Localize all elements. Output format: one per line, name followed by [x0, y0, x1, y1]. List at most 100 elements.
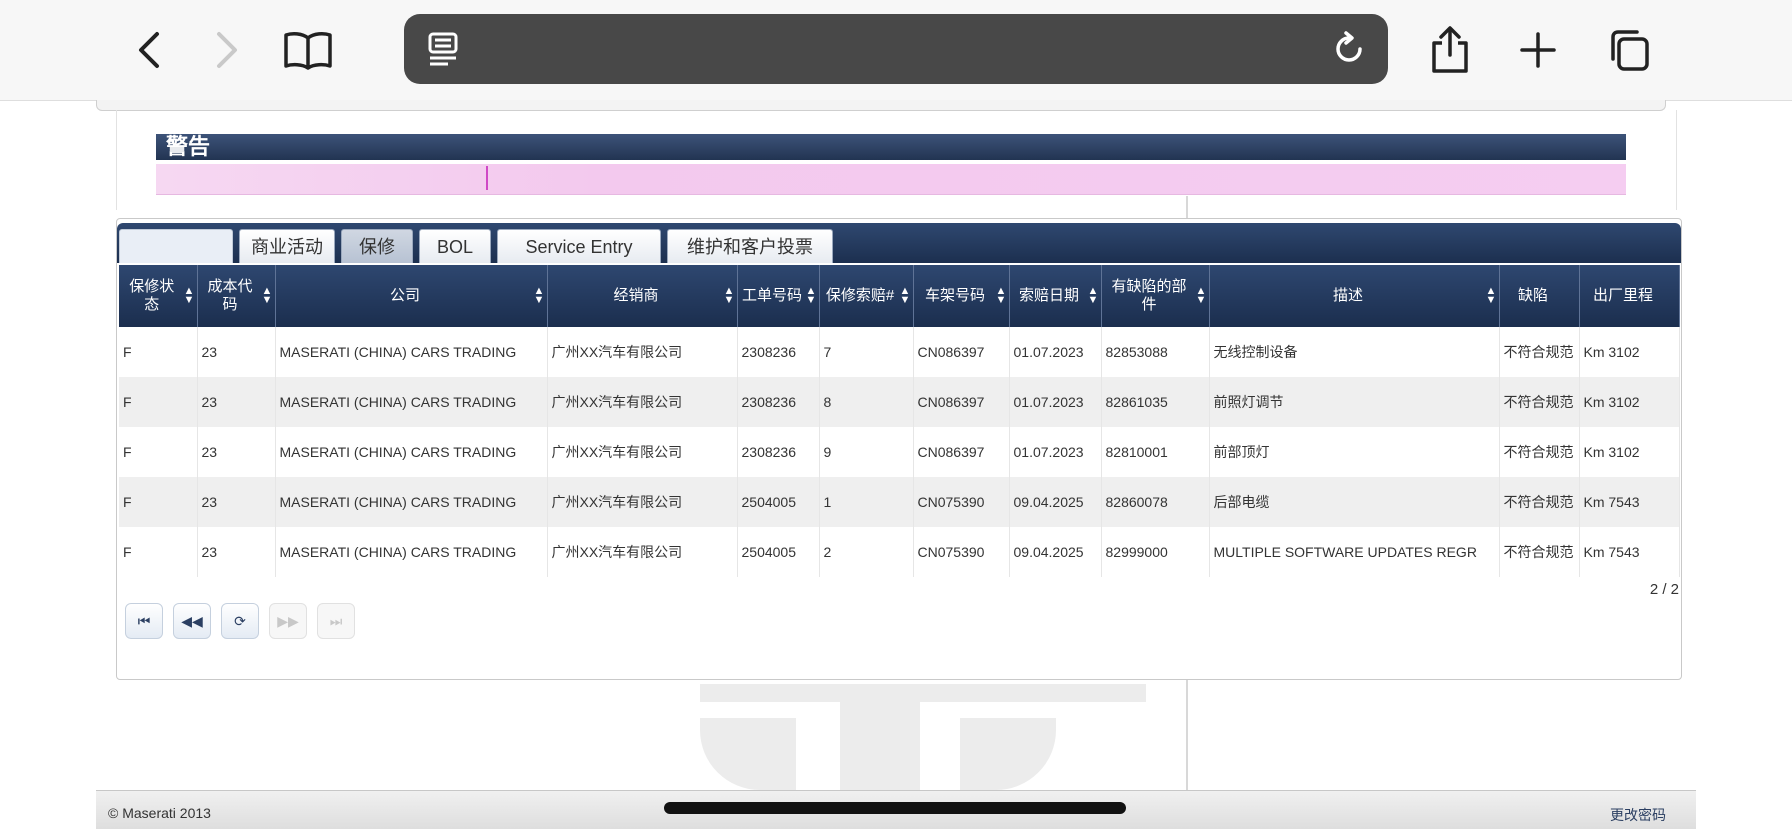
plus-icon: [1520, 32, 1556, 68]
table-cell: 广州XX汽车有限公司: [547, 477, 738, 527]
share-icon: [1432, 26, 1468, 73]
table-cell: MASERATI (CHINA) CARS TRADING: [275, 477, 548, 527]
last-page-button: ⏭: [317, 603, 355, 639]
share-button[interactable]: [1422, 22, 1478, 78]
sort-icon[interactable]: ▲ ▼: [262, 286, 273, 306]
column-header-mileage[interactable]: 出厂里程: [1579, 265, 1680, 327]
sort-icon[interactable]: ▲ ▼: [534, 286, 545, 306]
column-header-label: 公司: [389, 287, 420, 304]
column-header-label: 保修状态: [129, 278, 175, 313]
table-row[interactable]: F 23 MASERATI (CHINA) CARS TRADING 广州XX汽…: [119, 377, 1680, 427]
reload-icon[interactable]: [1330, 30, 1368, 73]
table-cell: 不符合规范: [1499, 377, 1580, 427]
home-indicator[interactable]: [664, 802, 1126, 814]
sort-icon[interactable]: ▲ ▼: [900, 286, 911, 306]
table-cell: CN086397: [913, 427, 1010, 477]
table-cell: 前照灯调节: [1209, 377, 1500, 427]
table-row[interactable]: F 23 MASERATI (CHINA) CARS TRADING 广州XX汽…: [119, 477, 1680, 527]
column-header-vin[interactable]: 车架号码 ▲ ▼: [913, 265, 1010, 327]
table-cell: 不符合规范: [1499, 527, 1580, 577]
table-cell: 广州XX汽车有限公司: [547, 427, 738, 477]
column-header-claim-date[interactable]: 索赔日期 ▲ ▼: [1009, 265, 1102, 327]
page-indicator: 2 / 2: [1649, 581, 1679, 598]
sort-icon[interactable]: ▲ ▼: [996, 286, 1007, 306]
refresh-button[interactable]: ⟳: [221, 603, 259, 639]
table-cell: 2308236: [737, 427, 820, 477]
table-cell: Km 7543: [1579, 527, 1680, 577]
tab-service-entry[interactable]: Service Entry: [497, 229, 661, 263]
sort-icon[interactable]: ▲ ▼: [184, 286, 195, 306]
table-cell: Km 3102: [1579, 377, 1680, 427]
column-header-cost-code[interactable]: 成本代码 ▲ ▼: [197, 265, 276, 327]
table-row[interactable]: F 23 MASERATI (CHINA) CARS TRADING 广州XX汽…: [119, 327, 1680, 377]
table-cell: 2308236: [737, 327, 820, 377]
table-cell: 不符合规范: [1499, 427, 1580, 477]
new-tab-button[interactable]: [1510, 22, 1566, 78]
table-cell: 广州XX汽车有限公司: [547, 377, 738, 427]
column-header-warranty-status[interactable]: 保修状态 ▲ ▼: [119, 265, 198, 327]
warranty-table: 保修状态 ▲ ▼ 成本代码 ▲ ▼ 公司 ▲ ▼ 经销商 ▲ ▼ 工单号码 ▲ ▼ 保修索赔# ▲ ▼ …: [119, 265, 1680, 577]
tab-business-activities[interactable]: 商业活动: [239, 229, 335, 263]
prev-page-button[interactable]: ◀◀: [173, 603, 211, 639]
column-header-work-order[interactable]: 工单号码 ▲ ▼: [737, 265, 820, 327]
column-header-label: 保修索赔#: [825, 287, 895, 304]
column-header-label: 出厂里程: [1592, 287, 1653, 304]
table-cell: MULTIPLE SOFTWARE UPDATES REGR: [1209, 527, 1500, 577]
column-header-label: 描述: [1332, 287, 1363, 304]
change-password-link[interactable]: 更改密码: [1610, 805, 1666, 825]
records-panel: 商业活动 保修 BOL Service Entry 维护和客户投票 保修状态 ▲ ▼…: [116, 218, 1682, 680]
sort-icon[interactable]: ▲ ▼: [1088, 286, 1099, 306]
table-cell: Km 7543: [1579, 477, 1680, 527]
column-header-label: 索赔日期: [1018, 287, 1079, 304]
tabs-icon: [1611, 30, 1649, 71]
table-cell: Km 3102: [1579, 427, 1680, 477]
tab-maintenance-customer-vote[interactable]: 维护和客户投票: [667, 229, 833, 263]
column-header-label: 有缺陷的部件: [1111, 278, 1187, 313]
column-header-defective-part[interactable]: 有缺陷的部件 ▲ ▼: [1101, 265, 1210, 327]
column-header-claim-number[interactable]: 保修索赔# ▲ ▼: [819, 265, 914, 327]
table-cell: 09.04.2025: [1009, 527, 1102, 577]
first-page-button[interactable]: ⏮: [125, 603, 163, 639]
table-cell: 82861035: [1101, 377, 1210, 427]
address-bar[interactable]: [404, 14, 1388, 84]
table-cell: 无线控制设备: [1209, 327, 1500, 377]
table-cell: F: [119, 377, 198, 427]
tab-warranty[interactable]: 保修: [341, 229, 413, 263]
sort-icon[interactable]: ▲ ▼: [724, 286, 735, 306]
tabs-overview-button[interactable]: [1602, 22, 1658, 78]
table-cell: F: [119, 427, 198, 477]
column-header-description[interactable]: 描述 ▲ ▼: [1209, 265, 1500, 327]
table-cell: 8: [819, 377, 914, 427]
alert-header: 警告: [156, 134, 1626, 160]
forward-button[interactable]: [198, 22, 254, 78]
table-cell: 2504005: [737, 527, 820, 577]
book-icon: [284, 32, 332, 70]
table-row[interactable]: F 23 MASERATI (CHINA) CARS TRADING 广州XX汽…: [119, 527, 1680, 577]
column-header-label: 车架号码: [924, 287, 985, 304]
sort-icon[interactable]: ▲ ▼: [1486, 286, 1497, 306]
sort-icon[interactable]: ▲ ▼: [806, 286, 817, 306]
table-cell: 82810001: [1101, 427, 1210, 477]
table-row[interactable]: F 23 MASERATI (CHINA) CARS TRADING 广州XX汽…: [119, 427, 1680, 477]
tab-blank[interactable]: [119, 229, 233, 263]
table-cell: MASERATI (CHINA) CARS TRADING: [275, 327, 548, 377]
alert-marker: [486, 166, 488, 190]
table-cell: 7: [819, 327, 914, 377]
table-cell: F: [119, 477, 198, 527]
reader-icon[interactable]: [426, 30, 460, 73]
table-cell: 01.07.2023: [1009, 427, 1102, 477]
back-button[interactable]: [122, 22, 178, 78]
copyright-text: © Maserati 2013: [108, 805, 211, 821]
column-header-company[interactable]: 公司 ▲ ▼: [275, 265, 548, 327]
column-header-defect[interactable]: 缺陷: [1499, 265, 1580, 327]
table-cell: F: [119, 327, 198, 377]
tab-bol[interactable]: BOL: [419, 229, 491, 263]
table-cell: MASERATI (CHINA) CARS TRADING: [275, 427, 548, 477]
table-cell: CN075390: [913, 527, 1010, 577]
bookmarks-button[interactable]: [280, 22, 336, 78]
column-header-dealer[interactable]: 经销商 ▲ ▼: [547, 265, 738, 327]
alert-message-bar: [156, 164, 1626, 195]
table-cell: CN086397: [913, 377, 1010, 427]
sort-icon[interactable]: ▲ ▼: [1196, 286, 1207, 306]
table-cell: 23: [197, 427, 276, 477]
